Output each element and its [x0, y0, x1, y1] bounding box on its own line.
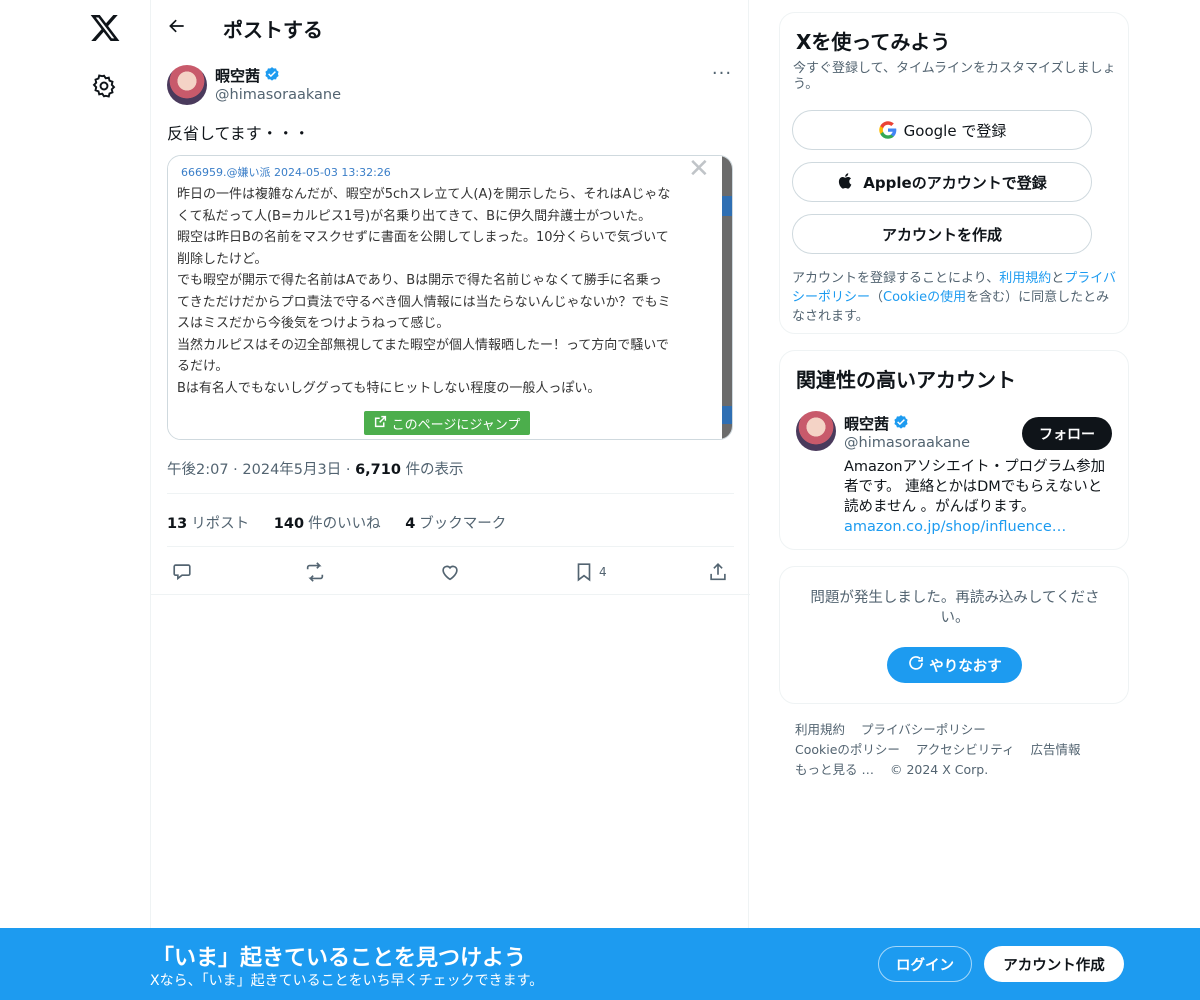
- related-handle[interactable]: @himasoraakane: [844, 435, 970, 451]
- repost-icon[interactable]: [304, 558, 332, 586]
- related-bio: Amazonアソシエイト・プログラム参加者です。 連絡とかはDMでもらえないと読…: [844, 459, 1106, 535]
- footer-link[interactable]: プライバシーポリシー: [861, 722, 986, 737]
- footer-link[interactable]: もっと見る …: [795, 762, 874, 777]
- footer-link[interactable]: 利用規約: [795, 722, 845, 737]
- google-signup-label: Google で登録: [903, 121, 1007, 140]
- apple-signup-button[interactable]: Appleのアカウントで登録: [792, 162, 1092, 202]
- retry-label: やりなおす: [929, 658, 1002, 675]
- gear-icon[interactable]: [91, 73, 119, 101]
- embed-line: Bは有名人でもないしググっても特にヒットしない程度の一般人っぽい。: [177, 380, 601, 396]
- embed-line: 当然カルピスはその辺全部無視してまた暇空が個人情報晒したー！って方向で騒いで: [177, 337, 669, 353]
- post-date[interactable]: 2024年5月3日: [242, 462, 341, 478]
- author-name[interactable]: 暇空茜: [215, 65, 260, 86]
- error-text: 問題が発生しました。再読み込みしてください。: [810, 590, 1100, 626]
- post-stats: 13 リポスト 140 件のいいね 4 ブックマーク: [167, 512, 526, 533]
- post-timestamp: 午後2:07 · 2024年5月3日 · 6,710 件の表示: [167, 462, 464, 478]
- jump-label: このページにジャンプ: [391, 417, 521, 433]
- bookmark-icon[interactable]: 4: [573, 558, 623, 586]
- error-card: 問題が発生しました。再読み込みしてください。 やりなおす: [779, 566, 1129, 704]
- create-account-button[interactable]: アカウント作成: [984, 946, 1124, 982]
- signup-banner: 「いま」起きていることを見つけよう Xなら、「いま」起きていることをいち早くチェ…: [0, 928, 1200, 1000]
- related-title: 関連性の高いアカウント: [796, 368, 1016, 392]
- embed-text: 昨日の一件は複雑なんだが、暇空が5chスレ立て人(A)を開示したら、それはAじゃ…: [177, 184, 717, 399]
- footer-link[interactable]: アクセシビリティ: [916, 742, 1015, 757]
- related-name[interactable]: 暇空茜: [844, 413, 889, 434]
- google-signup-button[interactable]: Google で登録: [792, 110, 1092, 150]
- page-title: ポストする: [223, 18, 323, 42]
- avatar[interactable]: [167, 65, 207, 105]
- embed-line: 削除したけど。: [177, 251, 268, 267]
- bookmark-count: 4: [599, 565, 607, 579]
- apple-signup-label: Appleのアカウントで登録: [863, 173, 1047, 192]
- embed-meta: 666959.@嫌い派 2024-05-03 13:32:26: [181, 166, 391, 179]
- post-time[interactable]: 午後2:07: [167, 462, 229, 478]
- cookie-link[interactable]: Cookieの使用: [883, 290, 966, 305]
- reply-icon[interactable]: [171, 558, 199, 586]
- footer-link[interactable]: 広告情報: [1031, 742, 1081, 757]
- back-arrow-icon[interactable]: [163, 12, 191, 40]
- jump-to-page-button: このページにジャンプ: [364, 411, 530, 435]
- external-link-icon: [374, 415, 387, 432]
- like-icon[interactable]: [439, 558, 467, 586]
- banner-title: 「いま」起きていることを見つけよう: [152, 946, 527, 971]
- post-text: 反省してます・・・: [167, 124, 310, 143]
- login-button[interactable]: ログイン: [878, 946, 972, 982]
- left-rail: [0, 0, 150, 1000]
- page-header: ポストする: [151, 0, 750, 53]
- main-column: ポストする 暇空茜 @himasoraakane ··· 反省してます・・・ 6…: [150, 0, 750, 1000]
- embed-edge: [722, 156, 732, 439]
- bookmark-stat[interactable]: 4 ブックマーク: [405, 516, 506, 532]
- verified-icon: [892, 414, 910, 432]
- retry-button[interactable]: やりなおす: [887, 647, 1022, 683]
- verified-icon: [263, 66, 281, 84]
- create-account-button[interactable]: アカウントを作成: [792, 214, 1092, 254]
- divider: [167, 546, 734, 547]
- divider: [151, 594, 750, 595]
- close-icon: ✕: [688, 155, 710, 184]
- avatar[interactable]: [796, 411, 836, 451]
- terms-link[interactable]: 利用規約: [999, 271, 1051, 286]
- signup-card: Xを使ってみよう 今すぐ登録して、タイムラインをカスタマイズしましょう。 Goo…: [779, 12, 1129, 334]
- footer-link[interactable]: Cookieのポリシー: [795, 742, 900, 757]
- embed-line: 暇空は昨日Bの名前をマスクせずに書面を公開してしまった。10分くらいで気づいて: [177, 230, 669, 245]
- view-count: 6,710: [355, 462, 401, 478]
- post-image[interactable]: 666959.@嫌い派 2024-05-03 13:32:26 ✕ 昨日の一件は…: [167, 155, 733, 440]
- copyright: © 2024 X Corp.: [889, 762, 989, 777]
- signup-title: Xを使ってみよう: [796, 30, 951, 54]
- like-stat[interactable]: 140 件のいいね: [274, 516, 381, 532]
- view-label: 件の表示: [405, 462, 464, 478]
- footer-links: 利用規約 プライバシーポリシー Cookieのポリシー アクセシビリティ 広告情…: [795, 720, 1125, 780]
- follow-button[interactable]: フォロー: [1022, 417, 1112, 450]
- more-icon[interactable]: ···: [710, 64, 734, 88]
- embedded-screenshot: 666959.@嫌い派 2024-05-03 13:32:26 ✕ 昨日の一件は…: [168, 155, 724, 439]
- related-accounts-card: 関連性の高いアカウント 暇空茜 @himasoraakane フォロー Amaz…: [779, 350, 1129, 550]
- post-author: 暇空茜 @himasoraakane ···: [167, 64, 734, 108]
- google-icon: [878, 120, 898, 140]
- post-actions: 4: [167, 558, 734, 586]
- embed-line: 昨日の一件は複雑なんだが、暇空が5chスレ立て人(A)を開示したら、それはAじゃ…: [177, 187, 671, 202]
- apple-icon: [837, 172, 857, 192]
- embed-line: てきただけだからプロ責法で守るべき個人情報には当たらないんじゃないか？でもミ: [177, 294, 671, 310]
- banner-subtitle: Xなら、「いま」起きていることをいち早くチェックできます。: [150, 973, 544, 989]
- embed-line: でも暇空が開示で得た名前はAであり、Bは開示で得た名前じゃなくて勝手に名乗っ: [177, 273, 662, 288]
- embed-line: るだけ。: [177, 359, 229, 374]
- embed-line: くて私だって人(B=カルピス1号)が名乗り出てきて、Bに伊久間弁護士がついた。: [177, 208, 652, 224]
- embed-line: スはミスだから今後気をつけようねって感じ。: [177, 316, 450, 331]
- divider: [167, 493, 734, 494]
- x-logo-icon[interactable]: [89, 12, 121, 44]
- refresh-icon: [907, 654, 929, 676]
- share-icon[interactable]: [707, 558, 735, 586]
- bio-link[interactable]: amazon.co.jp/shop/influence…: [844, 519, 1066, 535]
- terms-text: アカウントを登録することにより、利用規約とプライバシーポリシー（Cookieの使…: [792, 271, 1117, 324]
- signup-desc: 今すぐ登録して、タイムラインをカスタマイズしましょう。: [793, 61, 1116, 92]
- repost-stat[interactable]: 13 リポスト: [167, 516, 249, 532]
- author-handle[interactable]: @himasoraakane: [215, 87, 341, 103]
